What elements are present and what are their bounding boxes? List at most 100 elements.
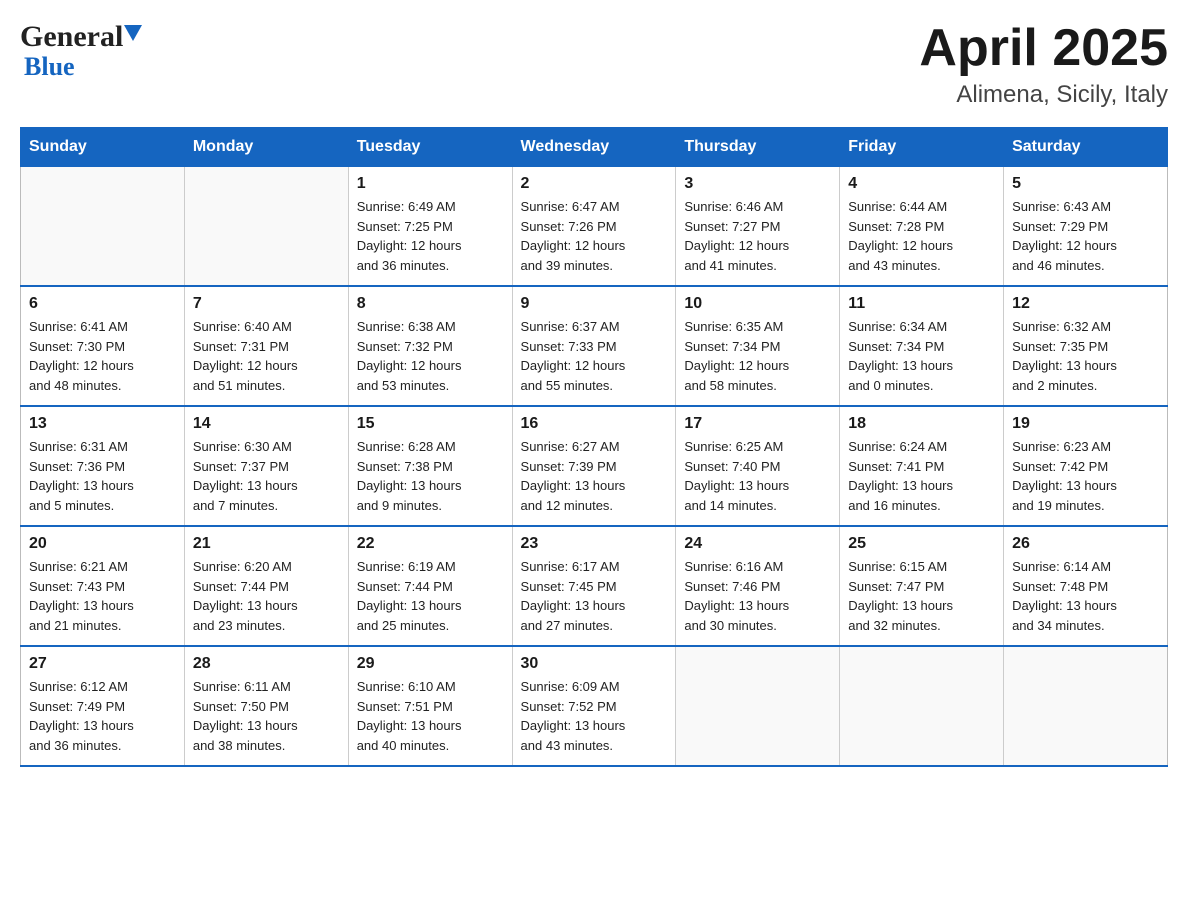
- day-number: 14: [193, 415, 340, 433]
- calendar-cell: 17 Sunrise: 6:25 AMSunset: 7:40 PMDayligh…: [676, 406, 840, 526]
- day-info: Sunrise: 6:47 AMSunset: 7:26 PMDaylight:…: [521, 197, 668, 275]
- day-info: Sunrise: 6:27 AMSunset: 7:39 PMDaylight:…: [521, 437, 668, 515]
- calendar-cell: 1 Sunrise: 6:49 AMSunset: 7:25 PMDaylight…: [348, 167, 512, 287]
- day-number: 3: [684, 175, 831, 193]
- day-info: Sunrise: 6:21 AMSunset: 7:43 PMDaylight:…: [29, 557, 176, 635]
- header: General Blue April 2025 Alimena, Sicily,…: [20, 20, 1168, 109]
- day-number: 12: [1012, 295, 1159, 313]
- day-number: 10: [684, 295, 831, 313]
- calendar-cell: 19 Sunrise: 6:23 AMSunset: 7:42 PMDayligh…: [1004, 406, 1168, 526]
- calendar-cell: 12Sunrise: 6:32 AMSunset: 7:35 PMDayligh…: [1004, 286, 1168, 406]
- day-number: 21: [193, 535, 340, 553]
- day-number: 26: [1012, 535, 1159, 553]
- week-row-3: 13Sunrise: 6:31 AMSunset: 7:36 PMDayligh…: [21, 406, 1168, 526]
- calendar-cell: 27Sunrise: 6:12 AMSunset: 7:49 PMDayligh…: [21, 646, 185, 766]
- calendar-cell: 30 Sunrise: 6:09 AMSunset: 7:52 PMDayligh…: [512, 646, 676, 766]
- day-info: Sunrise: 6:10 AMSunset: 7:51 PMDaylight:…: [357, 677, 504, 755]
- calendar-title: April 2025: [919, 20, 1168, 77]
- calendar-cell: 25 Sunrise: 6:15 AMSunset: 7:47 PMDayligh…: [840, 526, 1004, 646]
- day-info: Sunrise: 6:31 AMSunset: 7:36 PMDaylight:…: [29, 437, 176, 515]
- day-info: Sunrise: 6:49 AMSunset: 7:25 PMDaylight:…: [357, 197, 504, 275]
- day-number: 16: [521, 415, 668, 433]
- logo: General Blue: [20, 20, 142, 82]
- calendar-cell: 7Sunrise: 6:40 AMSunset: 7:31 PMDaylight…: [184, 286, 348, 406]
- day-number: 23: [521, 535, 668, 553]
- day-info: Sunrise: 6:17 AMSunset: 7:45 PMDaylight:…: [521, 557, 668, 635]
- day-info: Sunrise: 6:37 AMSunset: 7:33 PMDaylight:…: [521, 317, 668, 395]
- day-number: 17: [684, 415, 831, 433]
- logo-triangle-icon: [124, 25, 142, 41]
- day-info: Sunrise: 6:38 AMSunset: 7:32 PMDaylight:…: [357, 317, 504, 395]
- weekday-header-thursday: Thursday: [676, 128, 840, 167]
- calendar-subtitle: Alimena, Sicily, Italy: [919, 81, 1168, 109]
- calendar-cell: 6 Sunrise: 6:41 AMSunset: 7:30 PMDaylight…: [21, 286, 185, 406]
- calendar-cell: 3Sunrise: 6:46 AMSunset: 7:27 PMDaylight…: [676, 167, 840, 287]
- calendar-cell: 24Sunrise: 6:16 AMSunset: 7:46 PMDayligh…: [676, 526, 840, 646]
- weekday-header-row: SundayMondayTuesdayWednesdayThursdayFrid…: [21, 128, 1168, 167]
- day-number: 2: [521, 175, 668, 193]
- calendar-cell: 14 Sunrise: 6:30 AMSunset: 7:37 PMDayligh…: [184, 406, 348, 526]
- day-number: 8: [357, 295, 504, 313]
- weekday-header-sunday: Sunday: [21, 128, 185, 167]
- day-info: Sunrise: 6:12 AMSunset: 7:49 PMDaylight:…: [29, 677, 176, 755]
- day-number: 6: [29, 295, 176, 313]
- weekday-header-friday: Friday: [840, 128, 1004, 167]
- calendar-cell: 10 Sunrise: 6:35 AMSunset: 7:34 PMDayligh…: [676, 286, 840, 406]
- calendar-cell: 26 Sunrise: 6:14 AMSunset: 7:48 PMDayligh…: [1004, 526, 1168, 646]
- week-row-1: 1 Sunrise: 6:49 AMSunset: 7:25 PMDaylight…: [21, 167, 1168, 287]
- day-info: Sunrise: 6:28 AMSunset: 7:38 PMDaylight:…: [357, 437, 504, 515]
- logo-general-text: General: [20, 20, 142, 54]
- calendar-cell: 5 Sunrise: 6:43 AMSunset: 7:29 PMDaylight…: [1004, 167, 1168, 287]
- calendar-cell: [21, 167, 185, 287]
- calendar-cell: 20 Sunrise: 6:21 AMSunset: 7:43 PMDayligh…: [21, 526, 185, 646]
- day-number: 25: [848, 535, 995, 553]
- logo-blue-text: Blue: [24, 52, 75, 82]
- calendar-cell: [676, 646, 840, 766]
- calendar-cell: 28 Sunrise: 6:11 AMSunset: 7:50 PMDayligh…: [184, 646, 348, 766]
- day-info: Sunrise: 6:41 AMSunset: 7:30 PMDaylight:…: [29, 317, 176, 395]
- weekday-header-wednesday: Wednesday: [512, 128, 676, 167]
- weekday-header-monday: Monday: [184, 128, 348, 167]
- calendar-cell: 4 Sunrise: 6:44 AMSunset: 7:28 PMDaylight…: [840, 167, 1004, 287]
- calendar-cell: 22 Sunrise: 6:19 AMSunset: 7:44 PMDayligh…: [348, 526, 512, 646]
- day-info: Sunrise: 6:25 AMSunset: 7:40 PMDaylight:…: [684, 437, 831, 515]
- calendar-cell: 2 Sunrise: 6:47 AMSunset: 7:26 PMDaylight…: [512, 167, 676, 287]
- day-number: 22: [357, 535, 504, 553]
- calendar-table: SundayMondayTuesdayWednesdayThursdayFrid…: [20, 127, 1168, 767]
- day-info: Sunrise: 6:24 AMSunset: 7:41 PMDaylight:…: [848, 437, 995, 515]
- day-number: 4: [848, 175, 995, 193]
- day-info: Sunrise: 6:15 AMSunset: 7:47 PMDaylight:…: [848, 557, 995, 635]
- day-number: 9: [521, 295, 668, 313]
- day-number: 28: [193, 655, 340, 673]
- day-number: 29: [357, 655, 504, 673]
- day-number: 1: [357, 175, 504, 193]
- day-info: Sunrise: 6:23 AMSunset: 7:42 PMDaylight:…: [1012, 437, 1159, 515]
- calendar-cell: 9 Sunrise: 6:37 AMSunset: 7:33 PMDaylight…: [512, 286, 676, 406]
- calendar-cell: [840, 646, 1004, 766]
- day-number: 24: [684, 535, 831, 553]
- day-info: Sunrise: 6:35 AMSunset: 7:34 PMDaylight:…: [684, 317, 831, 395]
- day-number: 5: [1012, 175, 1159, 193]
- day-number: 19: [1012, 415, 1159, 433]
- day-number: 20: [29, 535, 176, 553]
- weekday-header-tuesday: Tuesday: [348, 128, 512, 167]
- calendar-cell: 11Sunrise: 6:34 AMSunset: 7:34 PMDayligh…: [840, 286, 1004, 406]
- day-number: 7: [193, 295, 340, 313]
- calendar-cell: 23 Sunrise: 6:17 AMSunset: 7:45 PMDayligh…: [512, 526, 676, 646]
- week-row-2: 6 Sunrise: 6:41 AMSunset: 7:30 PMDaylight…: [21, 286, 1168, 406]
- day-info: Sunrise: 6:14 AMSunset: 7:48 PMDaylight:…: [1012, 557, 1159, 635]
- day-number: 18: [848, 415, 995, 433]
- day-info: Sunrise: 6:19 AMSunset: 7:44 PMDaylight:…: [357, 557, 504, 635]
- calendar-cell: [184, 167, 348, 287]
- day-info: Sunrise: 6:11 AMSunset: 7:50 PMDaylight:…: [193, 677, 340, 755]
- calendar-cell: 29 Sunrise: 6:10 AMSunset: 7:51 PMDayligh…: [348, 646, 512, 766]
- day-info: Sunrise: 6:20 AMSunset: 7:44 PMDaylight:…: [193, 557, 340, 635]
- day-number: 30: [521, 655, 668, 673]
- day-info: Sunrise: 6:44 AMSunset: 7:28 PMDaylight:…: [848, 197, 995, 275]
- day-info: Sunrise: 6:09 AMSunset: 7:52 PMDaylight:…: [521, 677, 668, 755]
- day-info: Sunrise: 6:30 AMSunset: 7:37 PMDaylight:…: [193, 437, 340, 515]
- day-number: 15: [357, 415, 504, 433]
- day-info: Sunrise: 6:43 AMSunset: 7:29 PMDaylight:…: [1012, 197, 1159, 275]
- week-row-4: 20 Sunrise: 6:21 AMSunset: 7:43 PMDayligh…: [21, 526, 1168, 646]
- day-number: 11: [848, 295, 995, 313]
